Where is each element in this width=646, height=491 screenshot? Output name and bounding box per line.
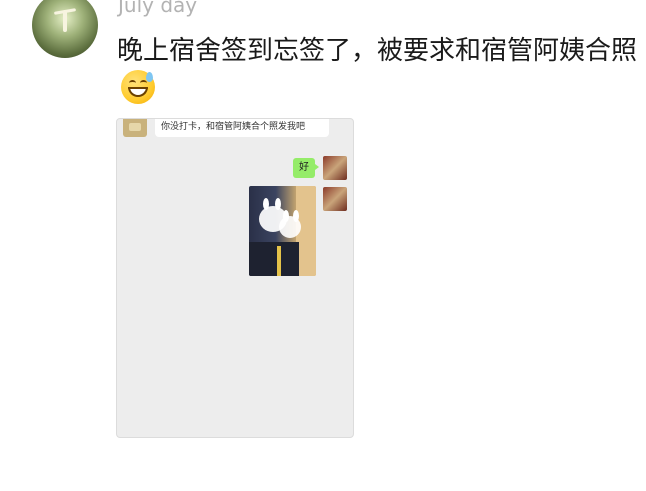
received-message-bubble: 你没打卡，和宿管阿姨合个照发我吧 <box>155 119 329 137</box>
post-text: 晚上宿舍签到忘签了，被要求和宿管阿姨合照 <box>117 36 638 66</box>
photo-lanyard <box>277 246 281 276</box>
rabbit-sticker-icon <box>279 216 301 238</box>
user-avatar[interactable] <box>32 0 98 58</box>
sent-message-bubble: 好 <box>293 158 319 178</box>
contact-avatar <box>123 119 147 137</box>
photo-person-body <box>249 242 299 276</box>
sender-avatar <box>323 187 347 211</box>
post-content: 晚上宿舍签到忘签了，被要求和宿管阿姨合照 <box>117 33 642 109</box>
chat-screenshot[interactable]: 你没打卡，和宿管阿姨合个照发我吧 好 <box>116 118 354 438</box>
sent-photo <box>249 186 316 276</box>
username[interactable]: July day <box>118 0 197 16</box>
avatar-figure <box>63 10 67 32</box>
sender-avatar <box>323 156 347 180</box>
grinning-sweat-emoji-icon <box>121 70 155 104</box>
